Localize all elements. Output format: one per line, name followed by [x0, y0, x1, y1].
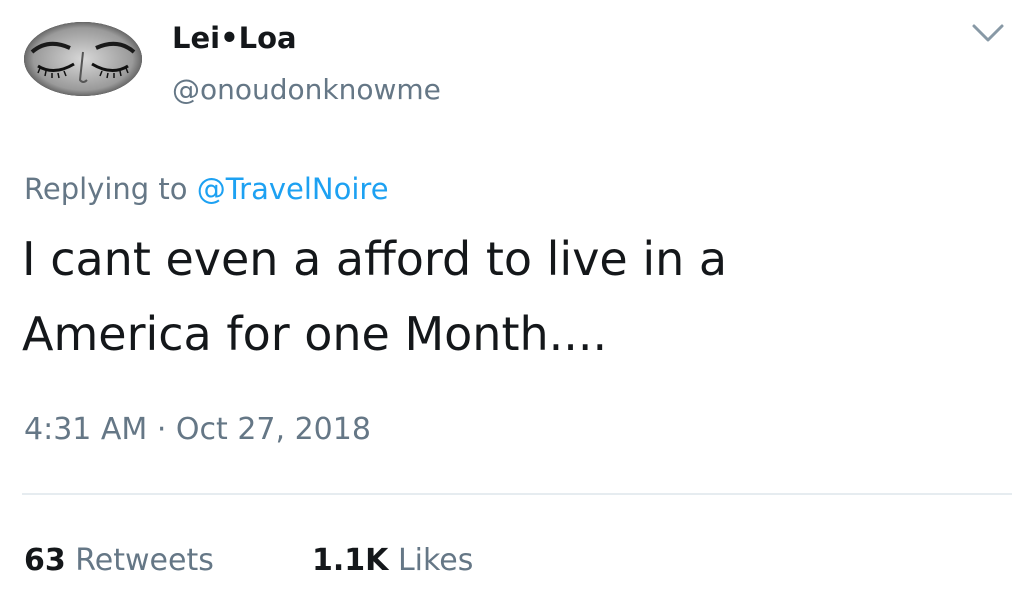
replying-to: Replying to @TravelNoire	[24, 170, 389, 208]
handle[interactable]: @onoudonknowme	[172, 72, 441, 108]
avatar[interactable]	[24, 22, 142, 96]
mention-link[interactable]: @TravelNoire	[197, 172, 389, 206]
chevron-down-icon[interactable]	[968, 18, 1008, 48]
tweet-stats: 63 Retweets 1.1K Likes	[24, 540, 473, 582]
tweet-text: I cant even a afford to live in a Americ…	[22, 232, 728, 361]
timestamp[interactable]: 4:31 AM · Oct 27, 2018	[24, 410, 371, 450]
retweets-count: 63	[24, 543, 66, 578]
replying-prefix: Replying to	[24, 172, 197, 206]
likes-stat[interactable]: 1.1K Likes	[312, 540, 473, 582]
retweets-label: Retweets	[75, 543, 214, 578]
display-name[interactable]: Lei•Loa	[172, 20, 297, 56]
likes-label: Likes	[397, 543, 474, 578]
divider	[22, 493, 1012, 495]
avatar-closed-eyes-icon	[24, 22, 142, 96]
likes-count: 1.1K	[312, 543, 389, 578]
retweets-stat[interactable]: 63 Retweets	[24, 540, 214, 582]
